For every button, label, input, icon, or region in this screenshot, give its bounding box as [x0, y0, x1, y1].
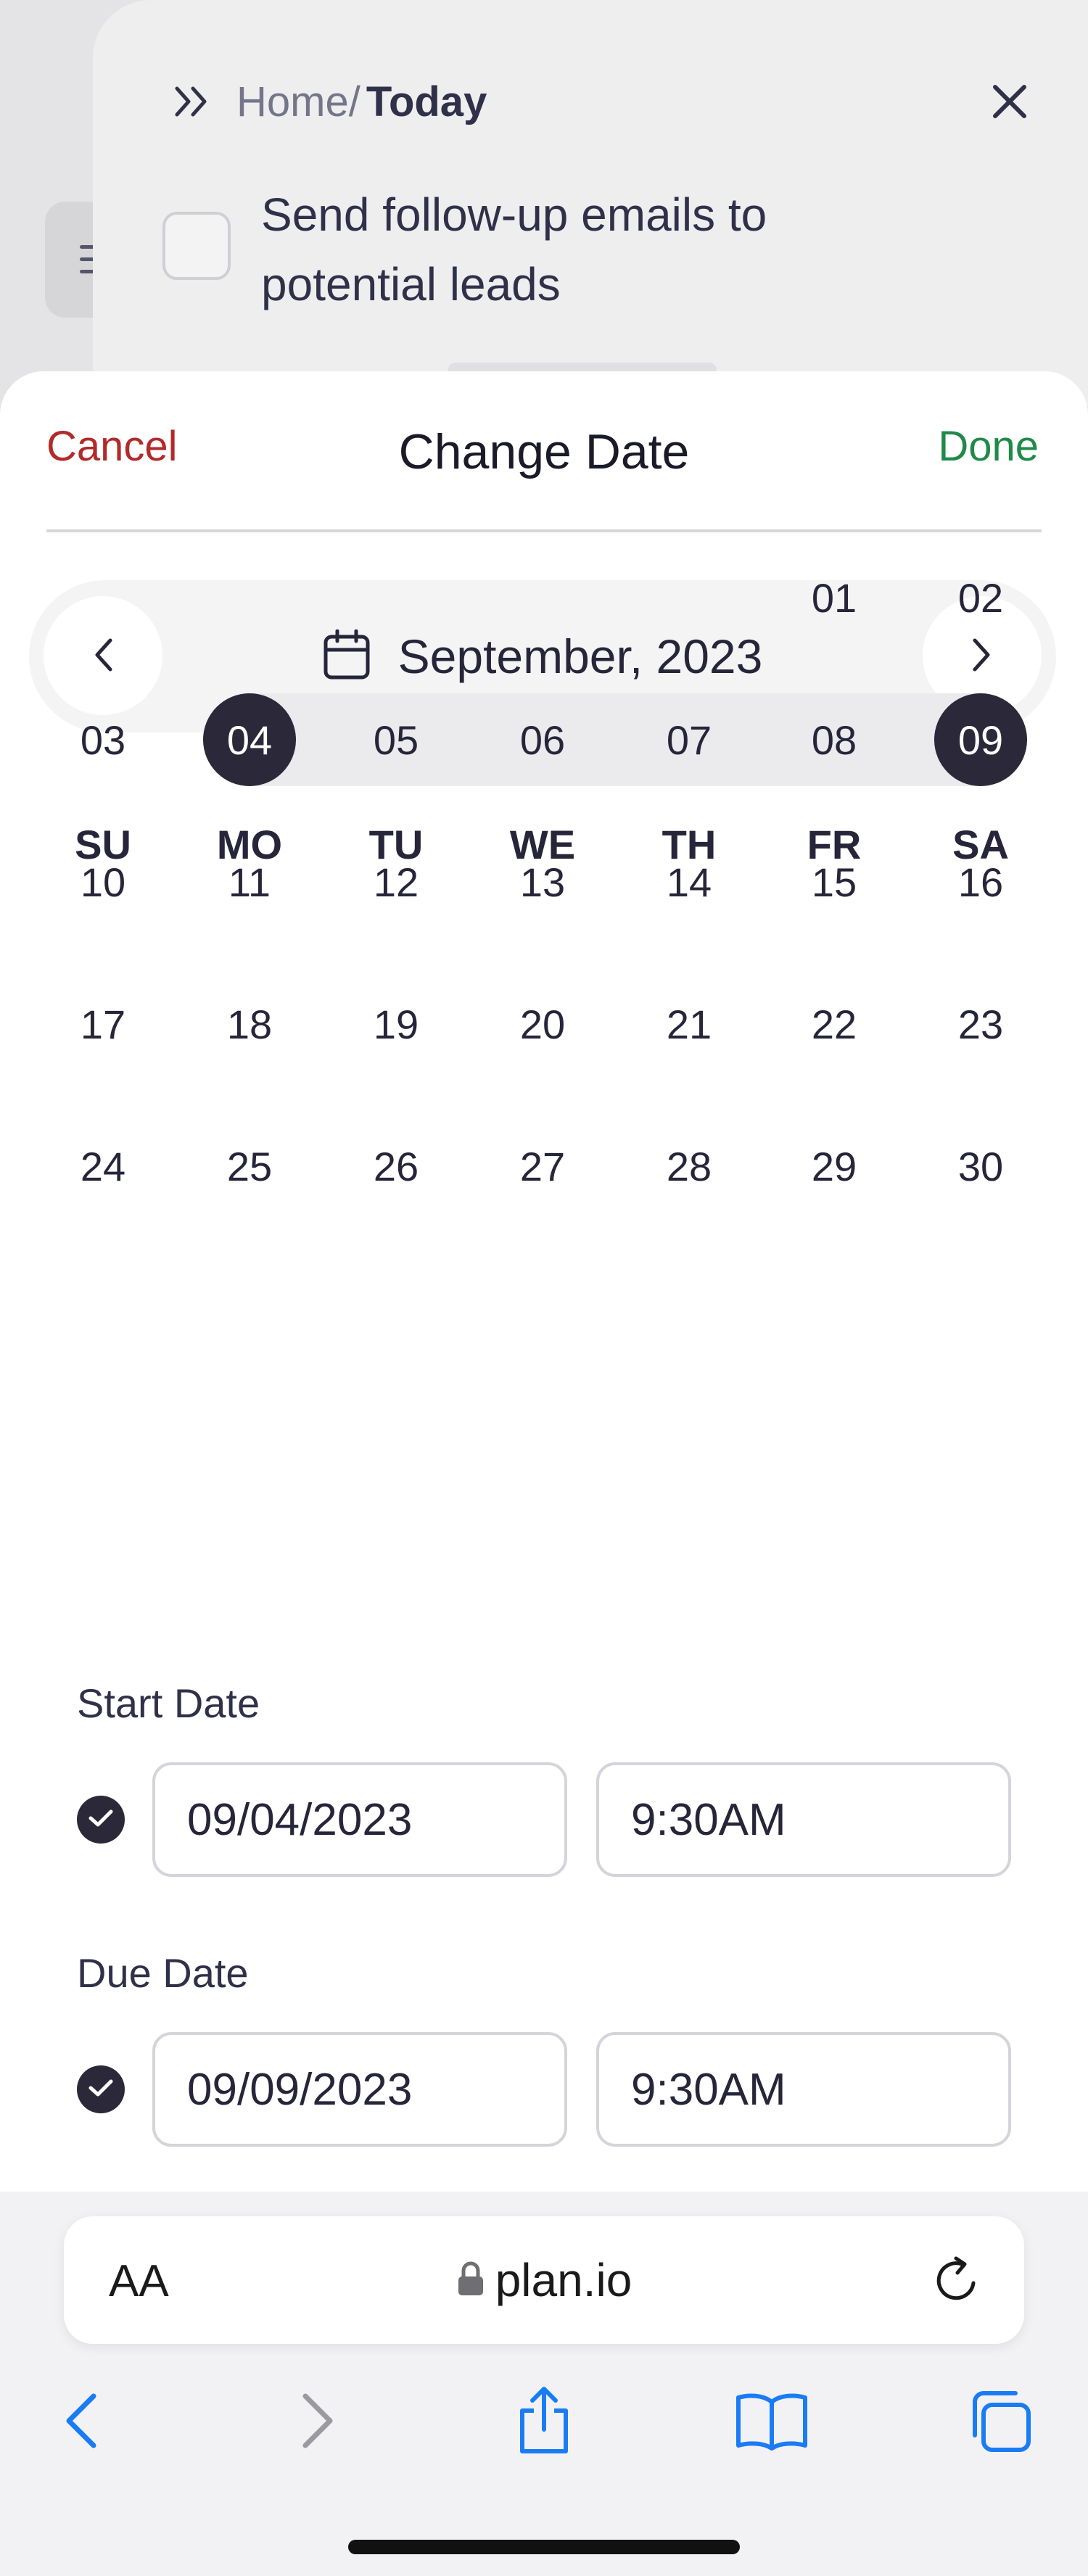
expand-icon[interactable]	[171, 80, 215, 123]
change-date-sheet: Cancel Change Date Done September, 2023 …	[0, 371, 1088, 2192]
calendar-day[interactable]: 13	[496, 835, 589, 928]
start-date-check[interactable]	[77, 1796, 125, 1844]
calendar-day[interactable]: 03	[57, 693, 149, 786]
range-end-day[interactable]: 09	[934, 693, 1027, 786]
calendar-day[interactable]: 22	[788, 978, 881, 1070]
sheet-header: Cancel Change Date Done	[0, 371, 1088, 531]
breadcrumb-home[interactable]: Home/	[236, 78, 360, 126]
calendar-day[interactable]: 28	[643, 1120, 735, 1213]
header-divider	[46, 529, 1042, 532]
reload-icon[interactable]	[924, 2248, 988, 2312]
tabs-icon[interactable]	[956, 2377, 1043, 2464]
breadcrumb-current: Today	[366, 78, 487, 125]
start-date-label: Start Date	[77, 1680, 260, 1726]
back-icon[interactable]	[38, 2377, 125, 2464]
calendar-day[interactable]: 02	[934, 551, 1027, 644]
calendar-day[interactable]: 05	[350, 693, 442, 786]
lock-icon	[456, 2261, 485, 2300]
calendar-day[interactable]: 27	[496, 1120, 589, 1213]
calendar-icon	[323, 629, 371, 684]
forward-icon[interactable]	[274, 2377, 361, 2464]
home-indicator	[348, 2540, 740, 2554]
calendar-day[interactable]: 29	[788, 1120, 881, 1213]
calendar-day[interactable]: 21	[643, 978, 735, 1070]
calendar-day[interactable]: 07	[643, 693, 735, 786]
bookmarks-icon[interactable]	[728, 2377, 815, 2464]
calendar-day[interactable]: 16	[934, 835, 1027, 928]
calendar-day[interactable]: 25	[203, 1120, 296, 1213]
due-time-input[interactable]: 9:30AM	[596, 2032, 1011, 2147]
close-icon[interactable]	[982, 74, 1037, 129]
month-label: September, 2023	[397, 629, 763, 683]
browser-toolbar: AA plan.io	[0, 2192, 1088, 2576]
checkmark-icon	[88, 1808, 114, 1832]
share-icon[interactable]	[500, 2377, 588, 2464]
sheet-title: Change Date	[398, 424, 690, 479]
calendar-day[interactable]: 26	[350, 1120, 442, 1213]
chevron-left-icon	[93, 637, 113, 674]
calendar-day[interactable]: 24	[57, 1120, 149, 1213]
due-date-label: Due Date	[77, 1950, 249, 1996]
breadcrumb: Home/ Today	[171, 73, 487, 131]
task-detail-panel: Home/ Today Send follow-up emails to pot…	[93, 0, 1088, 406]
calendar-day[interactable]: 08	[788, 693, 881, 786]
calendar-day[interactable]: 15	[788, 835, 881, 928]
calendar-day[interactable]: 20	[496, 978, 589, 1070]
due-date-input[interactable]: 09/09/2023	[152, 2032, 567, 2147]
start-date-input[interactable]: 09/04/2023	[152, 1762, 567, 1877]
calendar-day[interactable]: 06	[496, 693, 589, 786]
calendar-day[interactable]: 19	[350, 978, 442, 1070]
calendar-day[interactable]: 17	[57, 978, 149, 1070]
checkmark-icon	[88, 2078, 114, 2102]
calendar-day[interactable]: 23	[934, 978, 1027, 1070]
due-date-check[interactable]	[77, 2065, 125, 2113]
calendar-day[interactable]: 18	[203, 978, 296, 1070]
calendar-day[interactable]: 30	[934, 1120, 1027, 1213]
start-time-input[interactable]: 9:30AM	[596, 1762, 1011, 1877]
task-title: Send follow-up emails to potential leads	[261, 189, 767, 310]
task-checkbox[interactable]	[162, 212, 231, 280]
address-bar[interactable]: AA plan.io	[64, 2216, 1024, 2344]
range-start-day[interactable]: 04	[203, 693, 296, 786]
done-button[interactable]: Done	[938, 422, 1039, 471]
calendar-day[interactable]: 14	[643, 835, 735, 928]
calendar-day[interactable]: 11	[203, 835, 296, 928]
calendar-day[interactable]: 01	[788, 551, 881, 644]
calendar-day[interactable]: 10	[57, 835, 149, 928]
calendar-day[interactable]: 12	[350, 835, 442, 928]
url-text: plan.io	[495, 2254, 632, 2306]
